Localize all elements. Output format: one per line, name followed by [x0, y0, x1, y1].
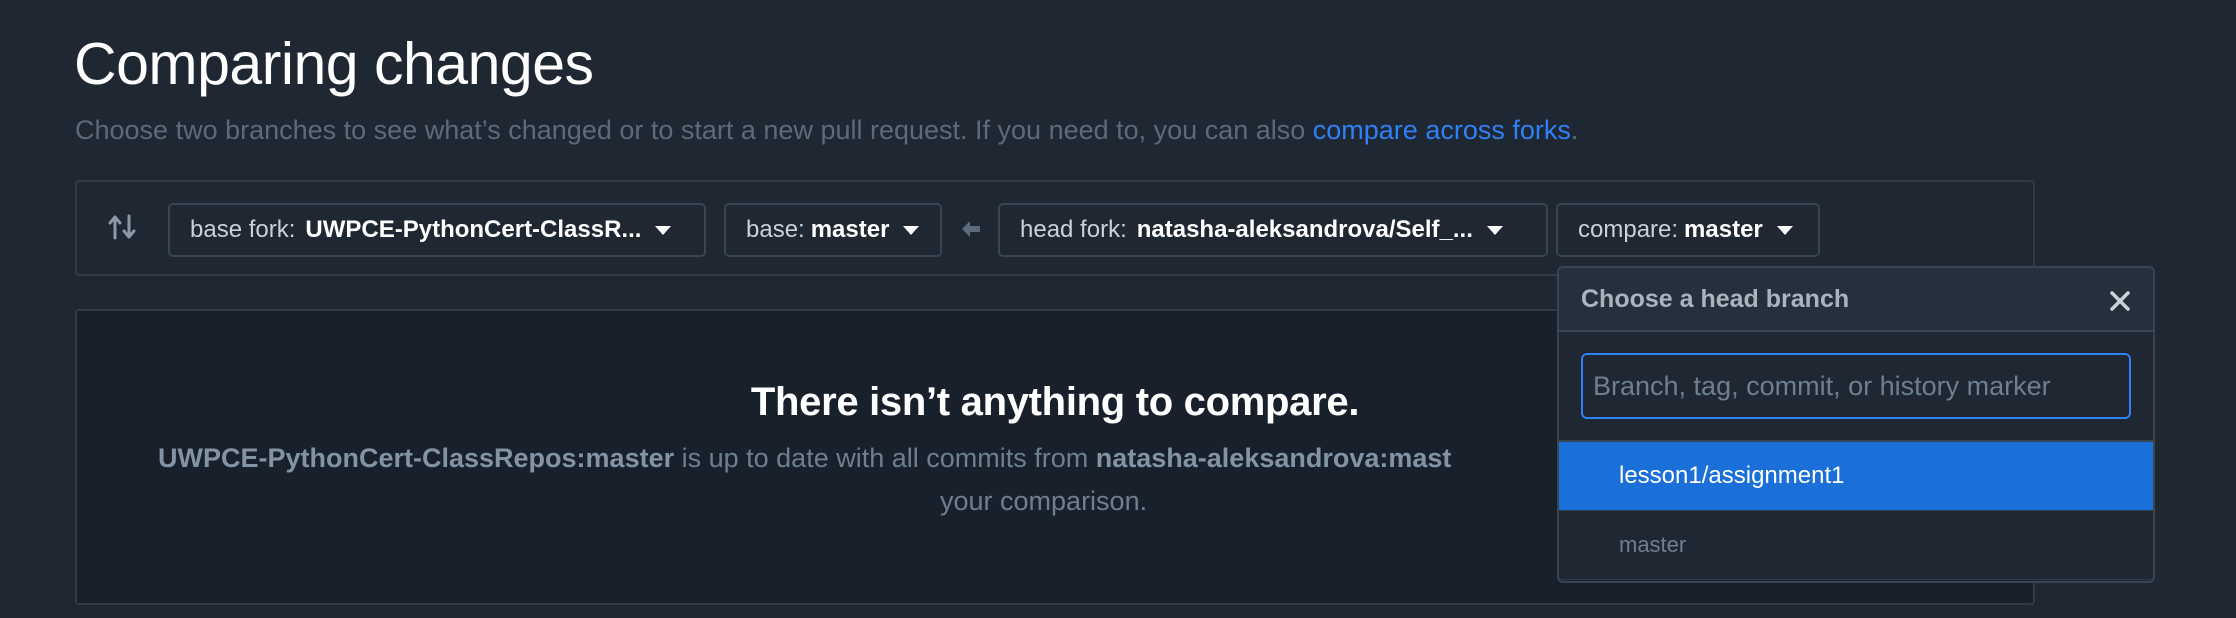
base-branch-label: base:: [746, 216, 805, 243]
base-fork-label: base fork:: [190, 216, 296, 243]
compare-branch-label: compare:: [1578, 216, 1679, 243]
head-fork-value: natasha-aleksandrova/Self_...: [1136, 216, 1473, 243]
arrow-left-icon: [962, 221, 980, 237]
compare-branch-select[interactable]: compare: master: [1556, 203, 1820, 257]
compare-arrows-icon: [108, 214, 136, 240]
head-fork-select[interactable]: head fork: natasha-aleksandrova/Self_...: [998, 203, 1548, 257]
chevron-down-icon: [1776, 225, 1793, 235]
head-branch-dropdown: Choose a head branch lesson1/assignment1…: [1557, 266, 2155, 583]
blankslate-middle-text: is up to date with all commits from: [674, 443, 1096, 473]
base-branch-select[interactable]: base: master: [724, 203, 942, 257]
base-ref: UWPCE-PythonCert-ClassRepos:master: [158, 443, 675, 473]
subtitle-text: Choose two branches to see what’s change…: [75, 115, 1313, 145]
head-fork-label: head fork:: [1020, 216, 1127, 243]
chevron-down-icon: [1486, 225, 1503, 235]
base-branch-value: master: [810, 216, 890, 243]
blankslate-message-line2: your comparison.: [940, 486, 1148, 516]
branch-item-label: lesson1/assignment1: [1619, 462, 1845, 489]
branch-item-master[interactable]: master: [1559, 511, 2153, 580]
page-subtitle: Choose two branches to see what’s change…: [75, 112, 1578, 148]
base-fork-value: UWPCE-PythonCert-ClassR...: [305, 216, 642, 243]
blankslate-message: UWPCE-PythonCert-ClassRepos:master is up…: [158, 440, 1451, 476]
subtitle-end: .: [1570, 115, 1579, 145]
head-ref: natasha-aleksandrova:mast: [1095, 443, 1452, 473]
chevron-down-icon: [903, 225, 920, 235]
base-fork-select[interactable]: base fork: UWPCE-PythonCert-ClassR...: [168, 203, 706, 257]
dropdown-title: Choose a head branch: [1581, 284, 1850, 313]
dropdown-header: Choose a head branch: [1559, 268, 2153, 332]
dropdown-filter: [1559, 332, 2153, 442]
branch-filter-input[interactable]: [1581, 353, 2131, 419]
branch-item-lesson1-assignment1[interactable]: lesson1/assignment1: [1559, 442, 2153, 511]
compare-branch-value: master: [1684, 216, 1763, 243]
chevron-down-icon: [655, 225, 672, 235]
branch-item-label: master: [1619, 532, 1687, 557]
compare-across-forks-link[interactable]: compare across forks: [1313, 115, 1571, 145]
page-title: Comparing changes: [74, 31, 594, 97]
close-icon[interactable]: [2107, 288, 2133, 314]
